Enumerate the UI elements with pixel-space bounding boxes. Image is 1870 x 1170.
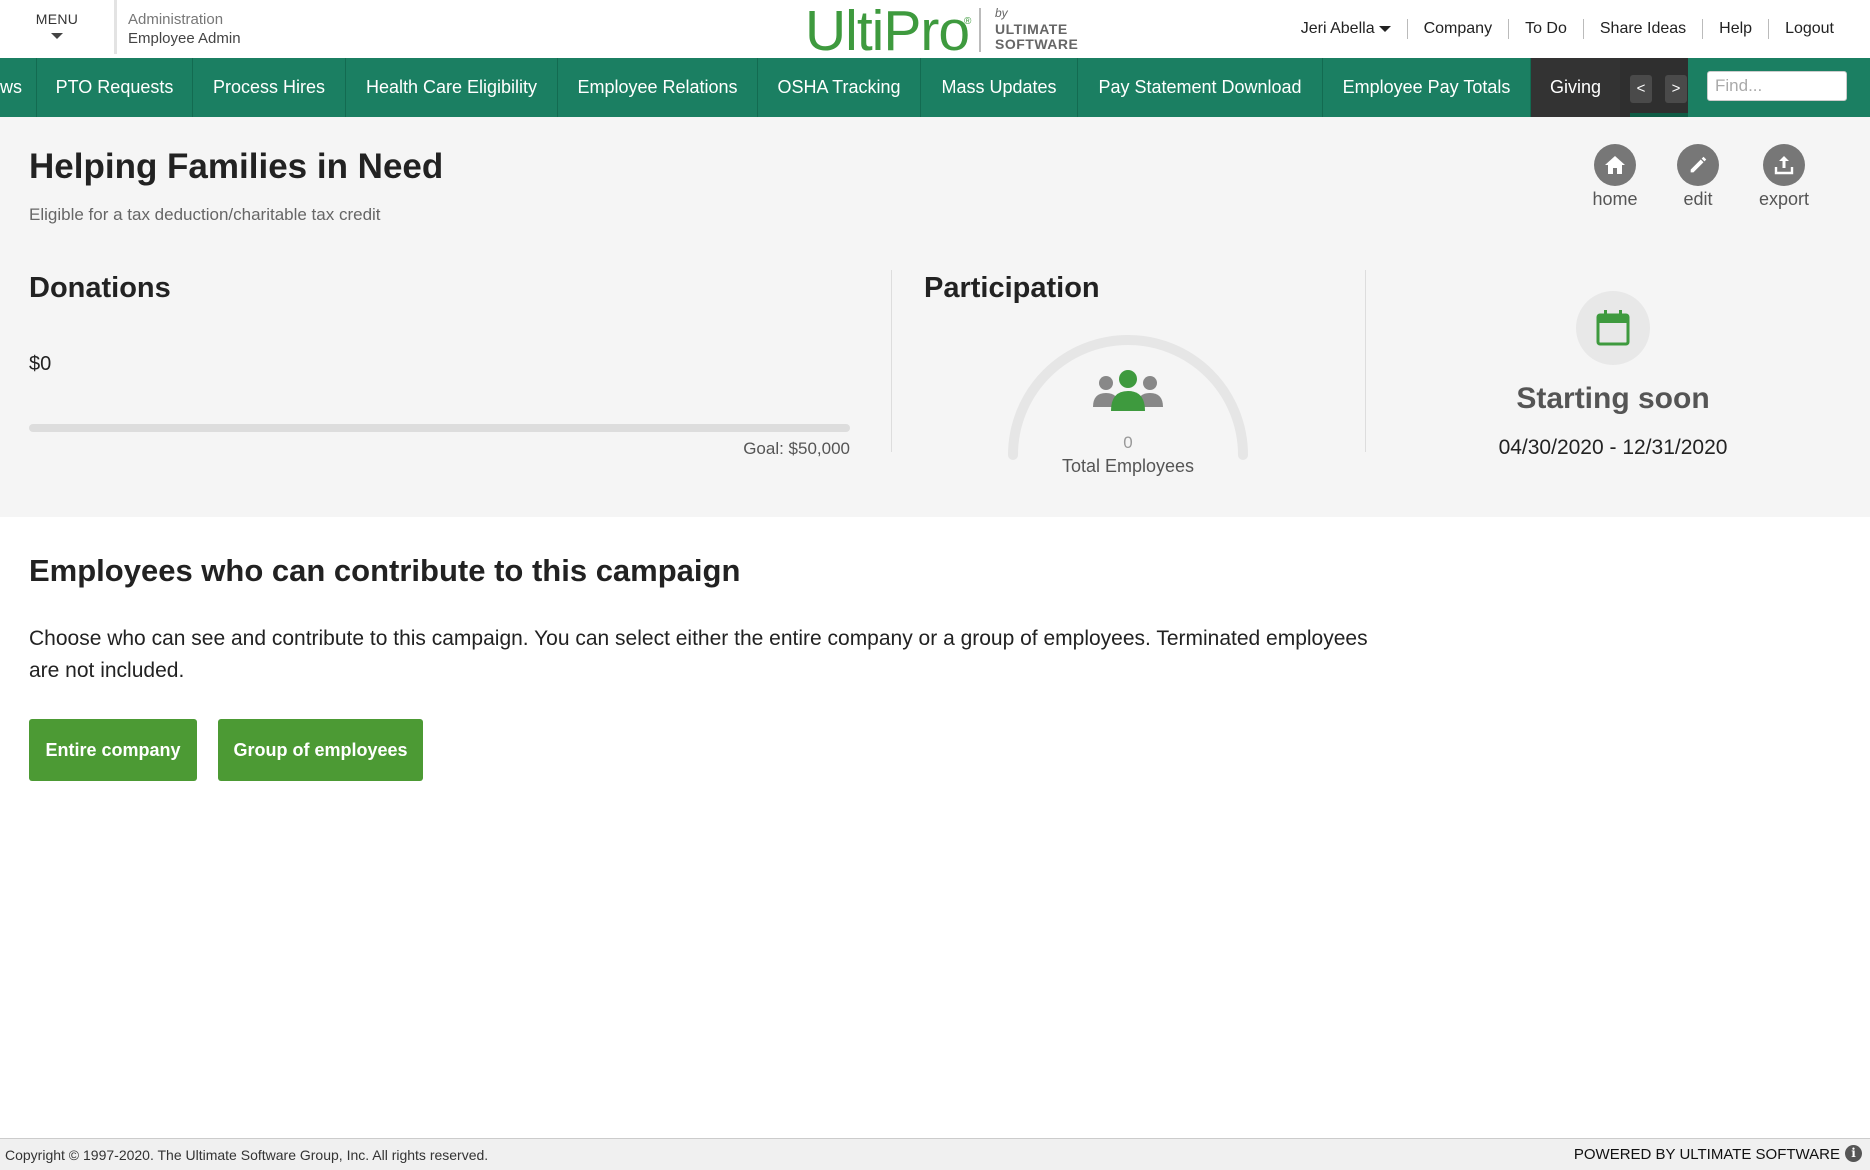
- link-share-ideas[interactable]: Share Ideas: [1582, 19, 1702, 39]
- link-logout[interactable]: Logout: [1768, 19, 1850, 39]
- edit-label: edit: [1683, 189, 1713, 209]
- role-label: Employee Admin: [128, 30, 241, 47]
- nav-tab-giving[interactable]: Giving: [1531, 58, 1620, 117]
- logo-company-line1: ULTIMATE: [995, 21, 1068, 37]
- user-menu[interactable]: Jeri Abella: [1285, 19, 1407, 39]
- caret-down-icon: [1378, 25, 1391, 32]
- participation-gauge: [1008, 335, 1248, 460]
- logo-brand: UltiPro: [805, 0, 970, 63]
- copyright-text: Copyright © 1997-2020. The Ultimate Soft…: [5, 1147, 489, 1163]
- nav-tab-partial[interactable]: ws: [0, 58, 37, 117]
- footer: Copyright © 1997-2020. The Ultimate Soft…: [0, 1138, 1870, 1170]
- top-header: MENU Administration Employee Admin UltiP…: [0, 0, 1870, 63]
- nav-next-button[interactable]: >: [1665, 75, 1687, 103]
- logo-company-line2: SOFTWARE: [995, 36, 1079, 52]
- nav-tab-pto-requests[interactable]: PTO Requests: [37, 58, 193, 117]
- campaign-summary: Helping Families in Need Eligible for a …: [0, 117, 1870, 517]
- section-title: Employees who can contribute to this cam…: [29, 553, 741, 588]
- nav-tab-employee-relations[interactable]: Employee Relations: [558, 58, 758, 117]
- page-title: Helping Families in Need: [29, 147, 444, 186]
- participation-count: 0: [1123, 433, 1133, 452]
- ultipro-logo: UltiPro ® by ULTIMATE SOFTWARE: [805, 0, 1079, 63]
- export-label: export: [1758, 189, 1810, 209]
- export-action[interactable]: export: [1744, 144, 1824, 210]
- role-indicator: Administration Employee Admin: [128, 10, 241, 48]
- donations-title: Donations: [29, 272, 171, 304]
- column-divider: [1365, 270, 1366, 452]
- link-help[interactable]: Help: [1702, 19, 1768, 39]
- donations-amount: $0: [29, 353, 52, 375]
- logo-divider: [979, 8, 981, 52]
- home-label: home: [1592, 189, 1638, 209]
- page-subtitle: Eligible for a tax deduction/charitable …: [29, 205, 381, 224]
- logo-by: by: [995, 6, 1008, 20]
- link-to-do[interactable]: To Do: [1508, 19, 1583, 39]
- registered-mark: ®: [964, 16, 972, 27]
- home-icon: [1594, 144, 1636, 186]
- section-description: Choose who can see and contribute to thi…: [29, 627, 1368, 682]
- participation-label: Total Employees: [1061, 456, 1195, 476]
- link-company[interactable]: Company: [1406, 19, 1508, 39]
- nav-bar: ws PTO Requests Process Hires Health Car…: [0, 58, 1870, 117]
- powered-by-text: POWERED BY ULTIMATE SOFTWARE: [1573, 1146, 1840, 1163]
- nav-tab-mass-updates[interactable]: Mass Updates: [921, 58, 1078, 117]
- edit-action[interactable]: edit: [1658, 144, 1738, 210]
- nav-tab-osha-tracking[interactable]: OSHA Tracking: [758, 58, 921, 117]
- nav-prev-button[interactable]: <: [1630, 75, 1652, 103]
- export-icon: [1763, 144, 1805, 186]
- participation-title: Participation: [924, 272, 1100, 304]
- donations-goal: Goal: $50,000: [743, 439, 850, 458]
- user-name: Jeri Abella: [1300, 20, 1375, 37]
- admin-label: Administration: [128, 11, 224, 28]
- nav-tab-employee-pay-totals[interactable]: Employee Pay Totals: [1323, 58, 1531, 117]
- campaign-status: Starting soon: [1516, 382, 1710, 415]
- column-divider: [891, 270, 892, 452]
- calendar-icon: [1576, 291, 1650, 365]
- edit-icon: [1677, 144, 1719, 186]
- find-input[interactable]: [1707, 71, 1847, 101]
- info-icon[interactable]: i: [1845, 1145, 1862, 1162]
- campaign-date-range: 04/30/2020 - 12/31/2020: [1498, 436, 1728, 459]
- menu-label: MENU: [35, 11, 79, 27]
- employees-group-icon: [1093, 370, 1163, 411]
- menu-button[interactable]: MENU: [0, 0, 114, 58]
- menu-divider: [114, 0, 117, 54]
- donations-progress-bar: [29, 424, 850, 432]
- entire-company-button[interactable]: Entire company: [29, 719, 197, 781]
- nav-tab-pay-statement-download[interactable]: Pay Statement Download: [1078, 58, 1323, 117]
- top-links: Jeri Abella Company To Do Share Ideas He…: [1285, 19, 1850, 39]
- group-of-employees-button[interactable]: Group of employees: [218, 719, 423, 781]
- home-action[interactable]: home: [1575, 144, 1655, 210]
- nav-tab-health-care-eligibility[interactable]: Health Care Eligibility: [346, 58, 558, 117]
- nav-tab-process-hires[interactable]: Process Hires: [193, 58, 346, 117]
- caret-down-icon: [51, 33, 63, 39]
